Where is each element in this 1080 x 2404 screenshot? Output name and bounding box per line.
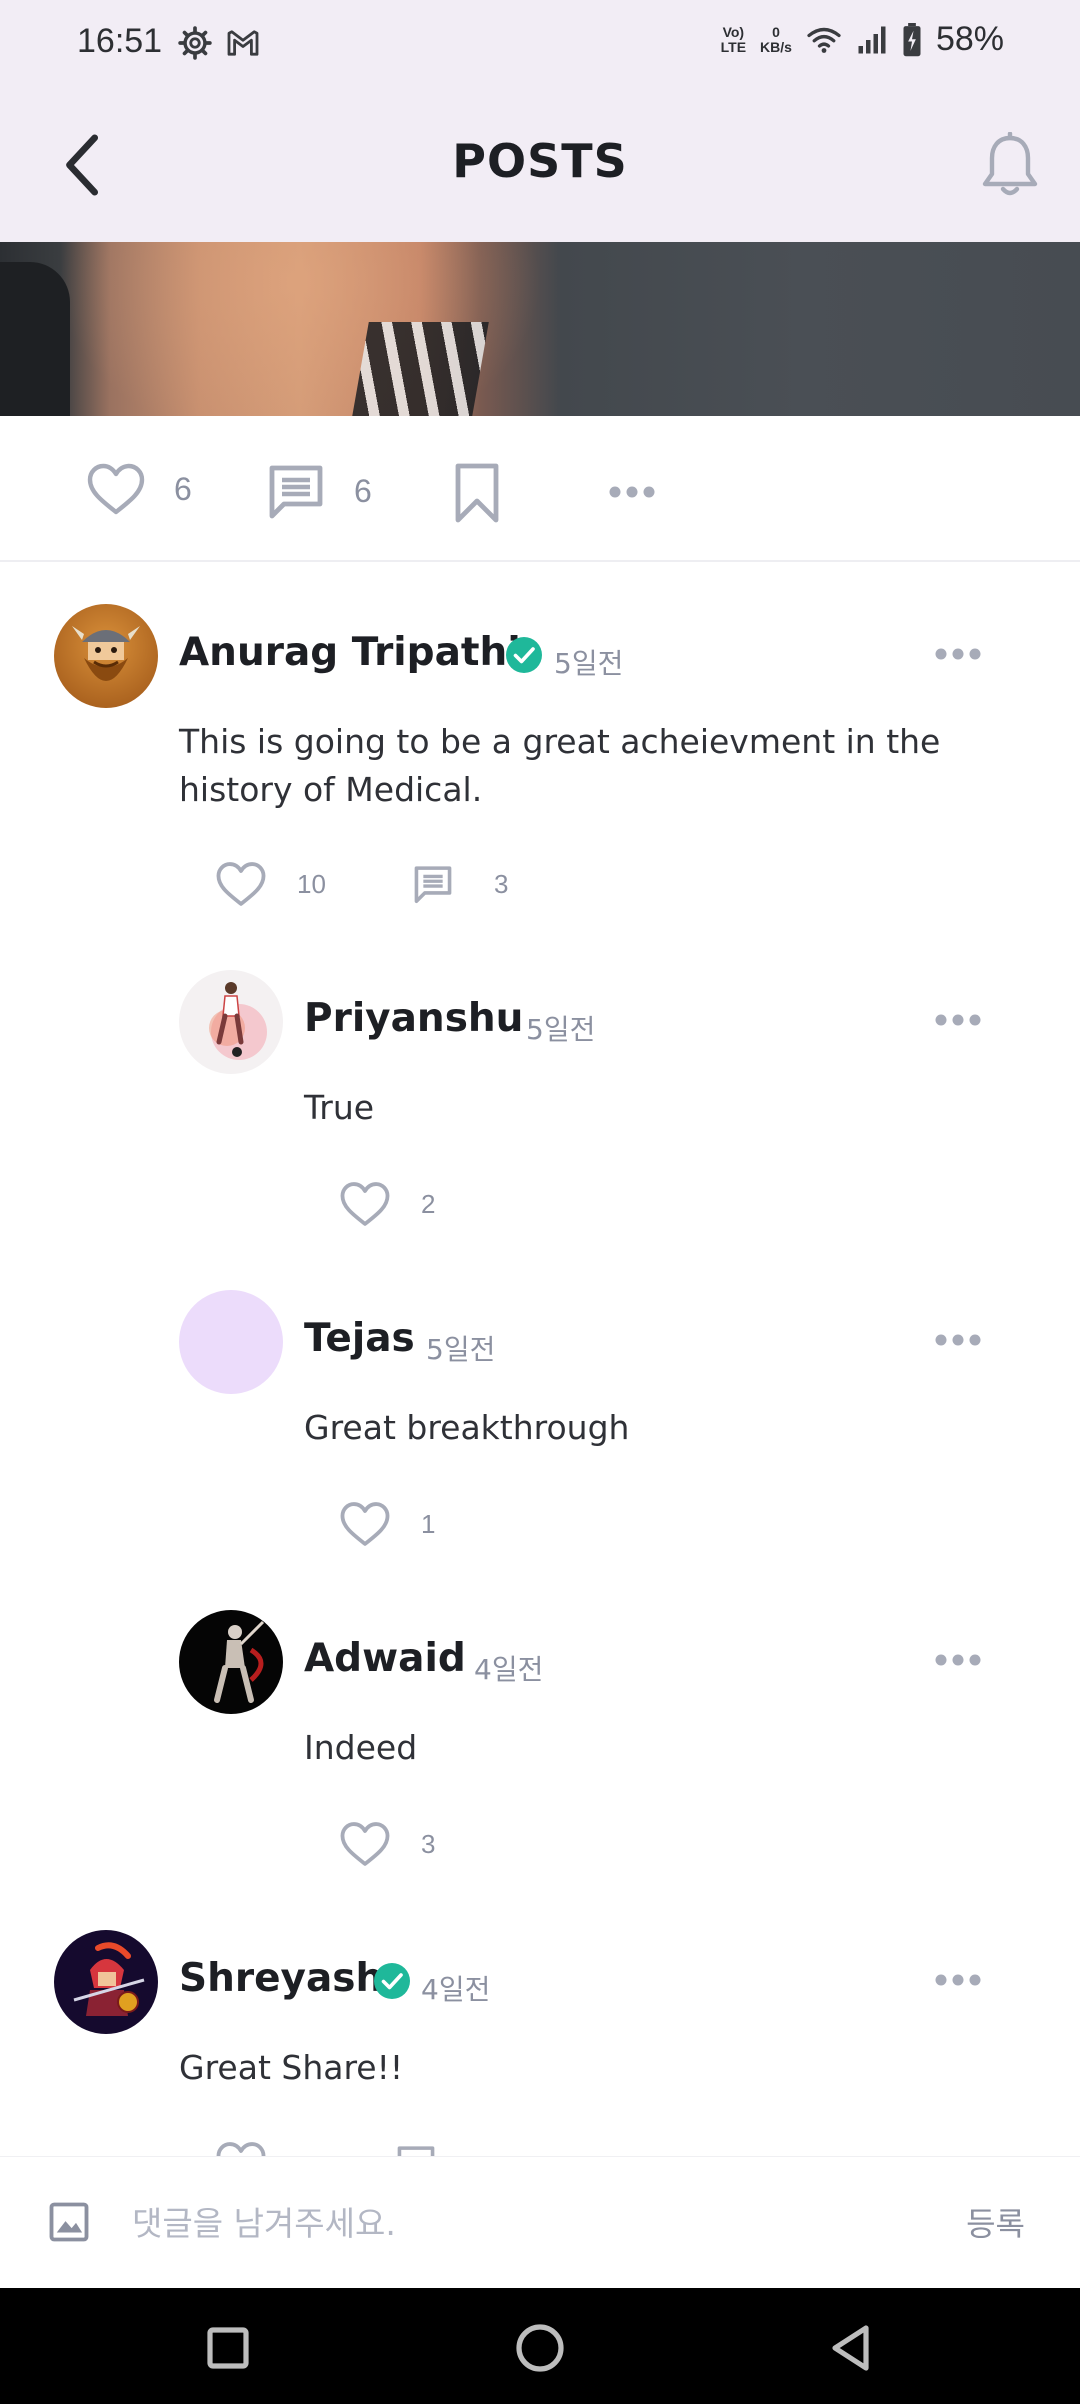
more-horizontal-icon[interactable] — [934, 1972, 982, 1988]
volte-indicator: Vo) LTE — [720, 23, 747, 55]
home-button[interactable] — [510, 2318, 570, 2378]
post-comment-count: 6 — [354, 472, 372, 509]
comment-author[interactable]: Shreyash — [179, 1956, 383, 2001]
heart-outline-icon — [216, 862, 266, 906]
triangle-back-icon — [832, 2325, 869, 2371]
comment-like-action[interactable]: 10 — [215, 860, 326, 908]
comment-author[interactable]: Adwaid — [304, 1636, 466, 1681]
recents-button[interactable] — [198, 2318, 258, 2378]
comment-reply-action[interactable] — [395, 2144, 437, 2156]
reply-item: Adwaid 4일전 Indeed 3 — [0, 1608, 1080, 1908]
page-title: POSTS — [452, 134, 628, 188]
comment-like-count: 10 — [297, 868, 326, 899]
comment-time: 5일전 — [526, 1013, 596, 1046]
volte-top: Vo) — [722, 23, 745, 40]
battery-percent: 58% — [935, 20, 1004, 58]
circle-icon — [516, 2324, 564, 2372]
reply-item: Tejas 5일전 Great breakthrough 1 — [0, 1288, 1080, 1588]
heart-outline-icon — [340, 1502, 390, 1546]
comment-time: 5일전 — [554, 647, 624, 680]
heart-outline-icon — [216, 2142, 266, 2156]
post-action-bar: 6 6 — [0, 416, 1080, 562]
avatar[interactable] — [54, 604, 158, 708]
net-speed-value: 0 — [772, 23, 780, 40]
heart-outline-icon — [340, 1822, 390, 1866]
comment-like-action[interactable]: 3 — [339, 1820, 435, 1868]
gmail-icon — [227, 30, 259, 56]
comment-time: 4일전 — [474, 1653, 544, 1686]
status-time: 16:51 — [77, 22, 163, 60]
comment-author[interactable]: Tejas — [304, 1316, 415, 1361]
square-icon — [207, 2327, 249, 2369]
image-icon — [49, 2202, 89, 2242]
comment-text: True — [304, 1088, 375, 1127]
net-speed-unit: KB/s — [760, 38, 792, 55]
verified-badge-icon — [506, 637, 542, 673]
heart-outline-icon — [87, 463, 145, 515]
comment-time: 4일전 — [421, 1973, 491, 2006]
post-like-count: 6 — [174, 470, 192, 507]
volte-bottom: LTE — [720, 38, 747, 55]
bookmark-icon — [455, 463, 499, 523]
net-speed: 0 KB/s — [760, 23, 792, 55]
app-bar: POSTS — [0, 88, 1080, 242]
more-horizontal-icon — [609, 486, 655, 498]
reply-item: Priyanshu 5일전 True 2 — [0, 968, 1080, 1268]
comment-text: Great Share!! — [179, 2048, 404, 2087]
notification-button[interactable] — [978, 131, 1042, 200]
more-horizontal-icon[interactable] — [934, 1652, 982, 1668]
post-like-action[interactable]: 6 — [86, 462, 192, 516]
warrior-avatar-icon — [214, 1620, 265, 1703]
comment-reply-action[interactable]: 3 — [412, 864, 508, 904]
comment-text: This is going to be a great acheievment … — [179, 722, 941, 809]
wifi-icon — [807, 27, 841, 53]
comment-like-action[interactable]: 2 — [339, 1180, 435, 1228]
post-more-action[interactable] — [608, 484, 656, 500]
comment-bubble-icon — [397, 2146, 435, 2156]
bell-icon — [982, 131, 1038, 196]
comment-like-action[interactable] — [215, 2140, 267, 2156]
comment-text: Indeed — [304, 1728, 418, 1767]
avatar[interactable] — [179, 970, 283, 1074]
signal-icon — [858, 26, 886, 53]
status-bar: 16:51 Vo) LTE 0 KB/s 58% — [0, 0, 1080, 88]
comment-author[interactable]: Anurag Tripathi — [179, 630, 521, 675]
avatar[interactable] — [179, 1290, 283, 1394]
attach-image-button[interactable] — [48, 2201, 90, 2243]
more-horizontal-icon[interactable] — [934, 1012, 982, 1028]
comment-item: Anurag Tripathi 5일전 This is going to be … — [0, 600, 1080, 940]
system-nav-bar — [0, 2288, 1080, 2404]
status-left-icons — [178, 26, 260, 60]
comment-reply-count: 3 — [494, 868, 509, 899]
back-nav-button[interactable] — [822, 2318, 882, 2378]
post-comment-action[interactable]: 6 — [266, 462, 372, 520]
avatar[interactable] — [54, 1930, 158, 2034]
avatar[interactable] — [179, 1610, 283, 1714]
comment-like-count: 2 — [421, 1188, 436, 1219]
post-bookmark-action[interactable] — [452, 462, 502, 524]
viking-avatar-icon — [72, 626, 140, 681]
status-right-icons: Vo) LTE 0 KB/s 58% — [721, 20, 1004, 59]
verified-badge-icon — [374, 1963, 410, 1999]
comment-text: Great breakthrough — [304, 1408, 630, 1447]
comment-author[interactable]: Priyanshu — [304, 996, 523, 1041]
comment-item: Shreyash 4일전 Great Share!! — [0, 1928, 1080, 2156]
comment-bubble-icon — [414, 866, 452, 904]
footballer-avatar-icon — [209, 982, 267, 1060]
heart-outline-icon — [340, 1182, 390, 1226]
comment-bubble-icon — [269, 465, 323, 519]
comment-like-count: 1 — [421, 1508, 436, 1539]
post-image[interactable] — [0, 242, 1080, 416]
comment-input[interactable] — [132, 2191, 892, 2255]
battery-charging-icon — [903, 22, 921, 56]
comment-like-count: 3 — [421, 1828, 436, 1859]
comment-input-bar: 등록 — [0, 2156, 1080, 2288]
more-horizontal-icon[interactable] — [934, 1332, 982, 1348]
settings-gear-icon — [178, 26, 212, 60]
submit-comment-button[interactable]: 등록 — [966, 2199, 1025, 2245]
comment-like-action[interactable]: 1 — [339, 1500, 435, 1548]
spartan-avatar-icon — [73, 1942, 145, 2016]
more-horizontal-icon[interactable] — [934, 646, 982, 662]
comment-time: 5일전 — [426, 1333, 496, 1366]
